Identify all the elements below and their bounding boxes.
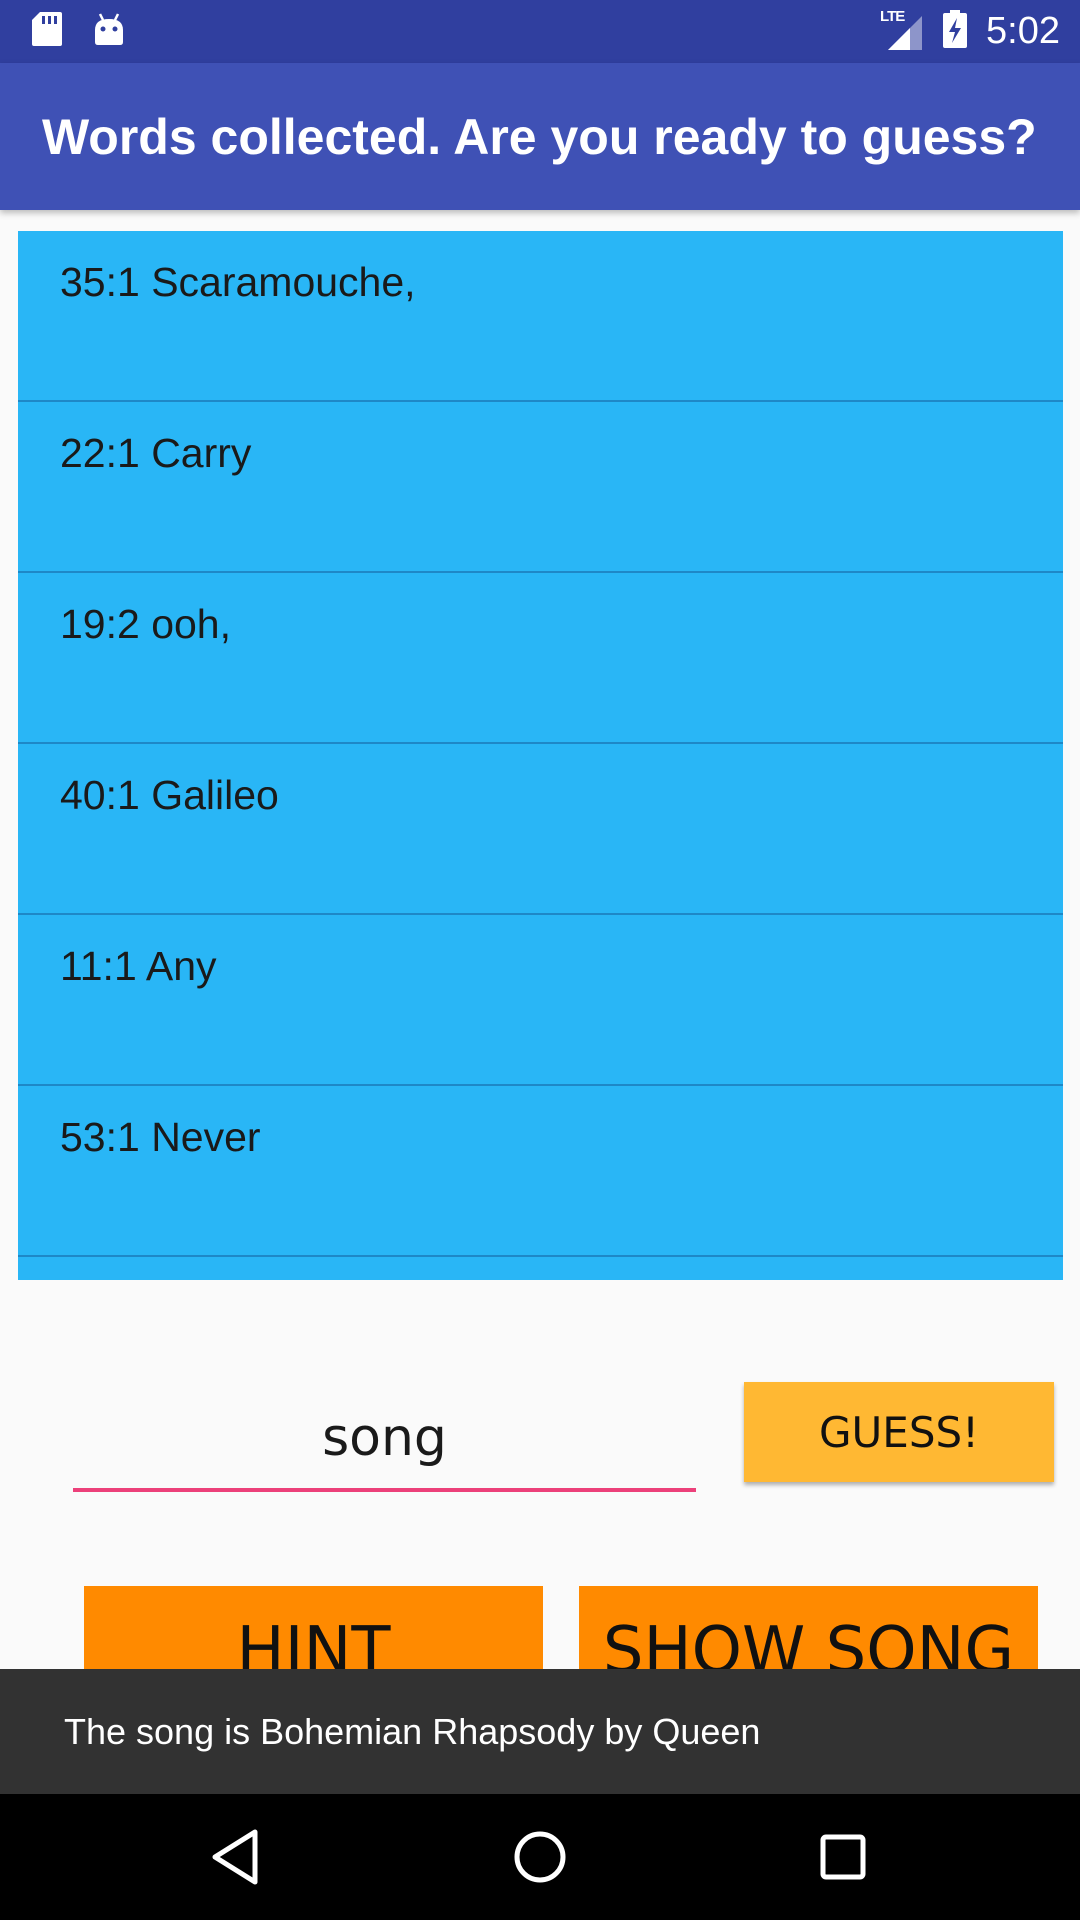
home-icon[interactable] xyxy=(507,1824,573,1890)
recents-icon[interactable] xyxy=(810,1824,876,1890)
status-bar-left xyxy=(30,10,154,53)
page-title: Words collected. Are you ready to guess? xyxy=(42,108,1037,165)
list-item[interactable]: 11:1 Any xyxy=(18,915,1063,1086)
list-item[interactable]: 19:2 ooh, xyxy=(18,573,1063,744)
status-bar: LTE 5:02 xyxy=(0,0,1080,63)
sd-card-icon xyxy=(30,10,64,53)
list-item[interactable]: 22:1 Carry xyxy=(18,402,1063,573)
android-icon xyxy=(92,10,126,53)
status-bar-right: LTE 5:02 xyxy=(862,8,1060,54)
snackbar: The song is Bohemian Rhapsody by Queen xyxy=(0,1669,1080,1794)
status-time: 5:02 xyxy=(986,10,1060,52)
navigation-bar xyxy=(0,1794,1080,1920)
word-list[interactable]: 35:1 Scaramouche, 22:1 Carry 19:2 ooh, 4… xyxy=(18,231,1063,1280)
battery-charging-icon xyxy=(942,9,968,54)
list-item[interactable]: 35:1 Scaramouche, xyxy=(18,231,1063,402)
list-item[interactable]: 40:1 Galileo xyxy=(18,744,1063,915)
back-icon[interactable] xyxy=(203,1824,269,1890)
guess-button[interactable]: GUESS! xyxy=(744,1382,1054,1482)
list-item[interactable]: 53:1 Never xyxy=(18,1086,1063,1257)
signal-icon: LTE xyxy=(880,8,924,52)
list-item[interactable] xyxy=(18,1257,1063,1280)
snackbar-message: The song is Bohemian Rhapsody by Queen xyxy=(64,1710,761,1752)
app-bar: Words collected. Are you ready to guess? xyxy=(0,63,1080,210)
guess-input[interactable] xyxy=(73,1388,696,1492)
